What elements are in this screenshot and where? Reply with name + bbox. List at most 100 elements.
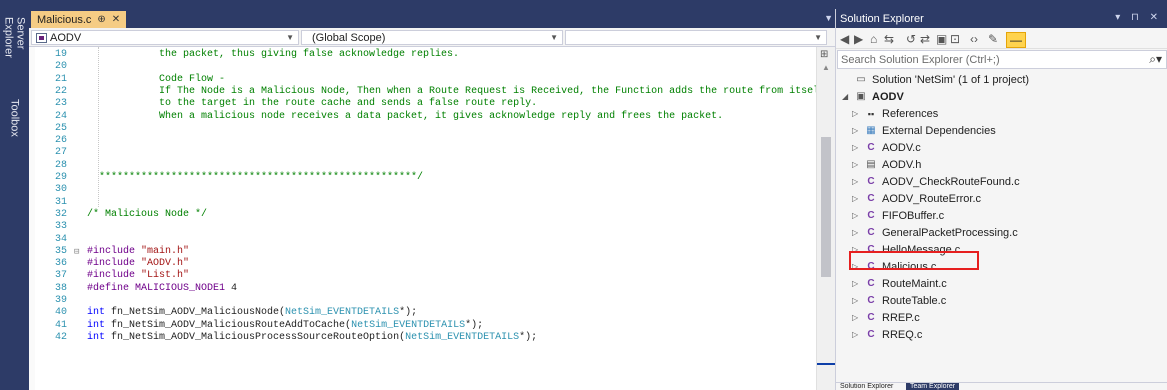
tree-item[interactable]: ▷ C GeneralPacketProcessing.c [852,224,1018,241]
expand-arrow-icon[interactable]: ▷ [852,126,864,135]
scrollbar-thumb[interactable] [821,137,831,277]
project-icon [36,32,47,43]
tree-item[interactable]: ▷ C HelloMessage.c [852,241,960,258]
pin-icon[interactable]: ⊕ [97,14,105,25]
code-line[interactable]: 29 *************************************… [29,172,829,184]
server-explorer-tab[interactable]: Server Explorer [0,13,29,93]
expand-arrow-icon[interactable]: ▷ [852,194,864,203]
auto-hide-icon[interactable]: — [1006,32,1026,48]
tree-item[interactable]: ▷ C RouteMaint.c [852,275,947,292]
code-line[interactable]: 31 [29,197,829,209]
code-line[interactable]: 28 [29,160,829,172]
code-line[interactable]: 37 #include "List.h" [29,270,829,282]
history-icon[interactable]: ↺ [906,32,916,46]
switch-views-icon[interactable]: ⇄ [920,32,930,46]
line-number: 21 [54,73,67,85]
code-line[interactable]: 22 If The Node is a Malicious Node, Then… [29,86,829,98]
code-line[interactable]: 19 the packet, thus giving false acknowl… [29,49,829,61]
expand-arrow-icon[interactable]: ◢ [842,92,854,101]
code-line[interactable]: 24 When a malicious node receives a data… [29,111,829,123]
expand-arrow-icon[interactable]: ▷ [852,143,864,152]
panel-window-controls[interactable]: ▾ ⊓ ✕ [1115,12,1162,23]
document-tab-malicious[interactable]: Malicious.c ⊕ ✕ [31,11,127,28]
code-line[interactable]: 38 #define MALICIOUS_NODE1 4 [29,283,829,295]
expand-arrow-icon[interactable]: ▷ [852,160,864,169]
tree-item[interactable]: ▷ ▦ External Dependencies [852,122,996,139]
code-token: int [87,307,106,319]
collapse-all-icon[interactable]: ▣ [936,32,947,46]
tree-item[interactable]: ◢ ▣ AODV [842,88,904,105]
tree-item[interactable]: ▷ C RREQ.c [852,326,922,343]
expand-arrow-icon[interactable]: ▷ [852,211,864,220]
tree-item[interactable]: ▷ C AODV_CheckRouteFound.c [852,173,1020,190]
expand-arrow-icon[interactable]: ▷ [852,109,864,118]
tree-item-label: AODV.h [882,158,922,171]
code-line[interactable]: 35 ⊟ #include "main.h" [29,246,829,258]
tree-item[interactable]: ▷ C RREP.c [852,309,920,326]
expand-arrow-icon[interactable]: ▷ [852,296,864,305]
home-icon[interactable]: ⌂ [870,32,877,46]
search-icon[interactable]: ⌕▾ [1149,52,1162,67]
code-line[interactable]: 34 [29,234,829,246]
properties-icon[interactable]: ✎ [988,32,998,46]
tree-item-label: HelloMessage.c [882,243,961,256]
expand-arrow-icon[interactable]: ▷ [852,262,864,271]
c-file-icon: C [867,329,875,340]
code-text-area[interactable]: 19 the packet, thus giving false acknowl… [29,47,835,390]
tree-item[interactable]: ▭ Solution 'NetSim' (1 of 1 project) [842,71,1029,88]
collapse-icon[interactable]: ⊟ [74,246,79,258]
code-line[interactable]: 30 [29,184,829,196]
expand-arrow-icon[interactable]: ▷ [852,245,864,254]
scope-dropdown[interactable]: (Global Scope) ▼ [301,30,563,45]
tree-item[interactable]: ▷ ▪▪ References [852,105,938,122]
code-line[interactable]: 42 int fn_NetSim_AODV_MaliciousProcessSou… [29,332,829,344]
split-icon[interactable]: ⊞ [820,49,828,60]
code-line[interactable]: 41 int fn_NetSim_AODV_MaliciousRouteAddTo… [29,320,829,332]
line-number: 38 [54,282,67,294]
expand-arrow-icon[interactable]: ▷ [852,228,864,237]
sync-icon[interactable]: ⇆ [884,32,894,46]
code-line[interactable]: 33 [29,221,829,233]
code-line[interactable]: 40 int fn_NetSim_AODV_MaliciousNode(NetSi… [29,307,829,319]
tab-solution-explorer[interactable]: Solution Explorer [836,383,897,390]
scroll-up-icon[interactable]: ▲ [822,63,830,72]
code-line[interactable]: 32 /* Malicious Node */ [29,209,829,221]
tree-item[interactable]: ▷ C Malicious.c [852,258,936,275]
code-token: NetSim_EVENTDETAILS [405,331,520,343]
code-line[interactable]: 20 [29,61,829,73]
solution-search-input[interactable]: Search Solution Explorer (Ctrl+;) ⌕▾ [837,50,1167,69]
tree-item[interactable]: ▷ C AODV.c [852,139,921,156]
member-dropdown[interactable]: ▼ [565,30,827,45]
close-icon[interactable]: ✕ [112,14,120,25]
expand-arrow-icon[interactable]: ▷ [852,279,864,288]
code-token: Code Flow - [87,73,226,85]
tree-item[interactable]: ▷ C AODV_RouteError.c [852,190,981,207]
scope-dropdown-label: (Global Scope) [312,31,386,44]
code-line[interactable]: 36 #include "AODV.h" [29,258,829,270]
project-dropdown[interactable]: AODV ▼ [31,30,299,45]
code-line[interactable]: 26 [29,135,829,147]
tab-team-explorer[interactable]: Team Explorer [906,383,960,390]
project-icon: ▣ [856,91,866,102]
code-line[interactable]: 23 to the target in the route cache and … [29,98,829,110]
show-all-files-icon[interactable]: ⊡ [950,32,960,46]
tree-item[interactable]: ▷ C RouteTable.c [852,292,946,309]
editor-vertical-scrollbar[interactable]: ⊞ ▲ [816,47,836,390]
expand-arrow-icon[interactable]: ▷ [852,177,864,186]
expand-arrow-icon[interactable]: ▷ [852,330,864,339]
forward-icon[interactable]: ▶ [854,32,863,46]
tree-item[interactable]: ▷ C FIFOBuffer.c [852,207,944,224]
tree-item[interactable]: ▷ ▤ AODV.h [852,156,921,173]
external-deps-icon: ▦ [866,125,876,136]
toolbox-tab[interactable]: Toolbox [0,95,29,155]
code-view-icon[interactable]: ‹› [970,32,978,46]
code-text: /* Malicious Node */ [87,209,207,221]
back-icon[interactable]: ◀ [840,32,849,46]
code-line[interactable]: 39 [29,295,829,307]
code-line[interactable]: 27 [29,147,829,159]
code-line[interactable]: 25 [29,123,829,135]
code-token: MALICIOUS_NODE1 [135,282,226,294]
tab-list-dropdown-icon[interactable]: ▼ [824,13,833,23]
expand-arrow-icon[interactable]: ▷ [852,313,864,322]
code-line[interactable]: 21 Code Flow - [29,74,829,86]
